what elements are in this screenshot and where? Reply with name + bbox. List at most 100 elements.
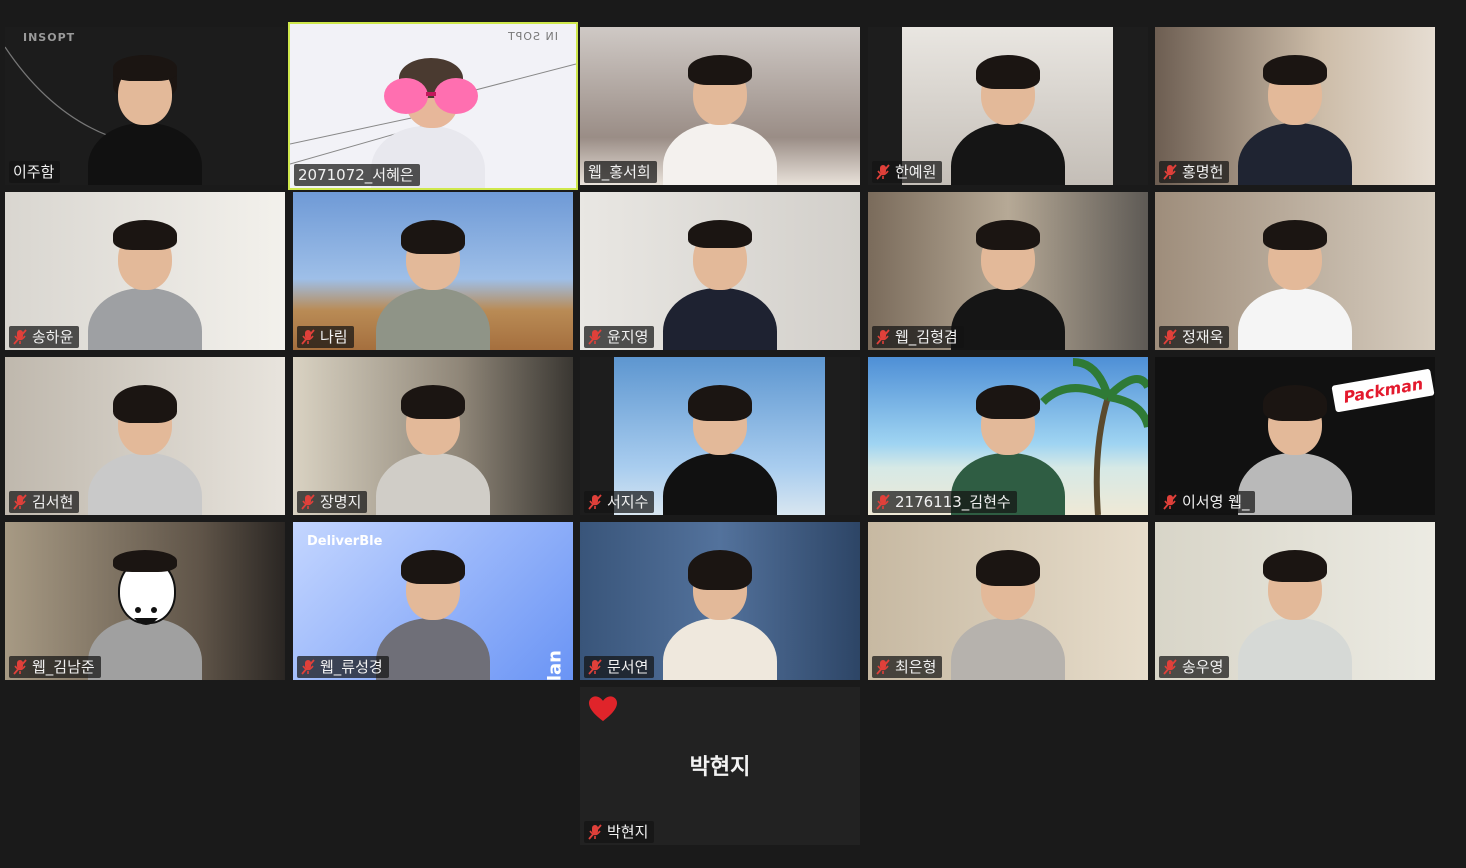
mic-muted-icon (13, 659, 27, 675)
name-tag: 문서연 (584, 656, 655, 678)
mic-muted-icon (876, 329, 890, 345)
name-tag: 나림 (297, 326, 354, 348)
mic-muted-icon (13, 329, 27, 345)
video-tile[interactable]: Packman 이서영 웹_ (1155, 357, 1435, 515)
video-tile[interactable]: 2176113_김현수 (868, 357, 1148, 515)
name-tag: 서지수 (584, 491, 655, 513)
video-tile[interactable]: 서지수 (580, 357, 860, 515)
mic-muted-icon (588, 659, 602, 675)
mic-muted-icon (1163, 164, 1177, 180)
name-tag: 웹_김형겸 (872, 326, 964, 348)
camera-off-display-name: 박현지 (689, 755, 751, 780)
participant-name: 웹_김남준 (32, 658, 95, 676)
video-tile[interactable]: 웹_김남준 (5, 522, 285, 680)
video-tile[interactable]: INSOPT 이주함 (5, 27, 285, 185)
video-tile[interactable]: 홍명헌 (1155, 27, 1435, 185)
mic-muted-icon (876, 164, 890, 180)
name-tag: 최은형 (872, 656, 943, 678)
video-tile-camera-off[interactable]: 박현지 박현지 (580, 687, 860, 845)
participant-name: 장명지 (320, 493, 362, 511)
video-gallery: INSOPT 이주함 IN SOPT 2071072_서혜은 웹_홍서희 한예원… (0, 0, 1466, 868)
video-tile[interactable]: DeliverBle Plan 웹_류성경 (293, 522, 573, 680)
mic-muted-icon (1163, 329, 1177, 345)
participant-name: 웹_김형겸 (895, 328, 958, 346)
participant-figure (655, 210, 785, 350)
name-tag: 2071072_서혜은 (294, 164, 420, 186)
name-tag: 홍명헌 (1159, 161, 1230, 183)
participant-figure (943, 45, 1073, 185)
name-tag: 송우영 (1159, 656, 1230, 678)
video-tile[interactable]: 문서연 (580, 522, 860, 680)
video-tile[interactable]: 장명지 (293, 357, 573, 515)
mic-muted-icon (876, 659, 890, 675)
participant-figure (80, 375, 210, 515)
participant-name: 이주함 (13, 163, 55, 181)
participant-name: 웹_류성경 (320, 658, 383, 676)
name-tag: 2176113_김현수 (872, 491, 1017, 513)
name-tag: 웹_김남준 (9, 656, 101, 678)
participant-name: 나림 (320, 328, 348, 346)
participant-name: 이서영 웹_ (1182, 493, 1250, 511)
name-tag: 장명지 (297, 491, 368, 513)
name-tag: 한예원 (872, 161, 943, 183)
mic-muted-icon (301, 494, 315, 510)
smiley-face-icon (134, 607, 158, 625)
participant-figure (80, 45, 210, 185)
participant-figure (655, 45, 785, 185)
video-tile[interactable]: 한예원 (868, 27, 1148, 185)
video-tile[interactable]: 웹_김형겸 (868, 192, 1148, 350)
participant-figure (943, 540, 1073, 680)
name-tag: 정재욱 (1159, 326, 1230, 348)
name-tag: 이주함 (9, 161, 61, 183)
participant-figure (368, 210, 498, 350)
video-tile-active-speaker[interactable]: IN SOPT 2071072_서혜은 (288, 22, 578, 190)
mic-muted-icon (1163, 494, 1177, 510)
video-tile[interactable]: 정재욱 (1155, 192, 1435, 350)
mic-muted-icon (876, 494, 890, 510)
participant-figure (655, 375, 785, 515)
participant-figure (80, 210, 210, 350)
video-tile[interactable]: 윤지영 (580, 192, 860, 350)
mic-muted-icon (13, 494, 27, 510)
participant-name: 웹_홍서희 (588, 163, 651, 181)
mic-muted-icon (301, 329, 315, 345)
name-tag: 이서영 웹_ (1159, 491, 1256, 513)
participant-figure (1230, 45, 1360, 185)
mic-muted-icon (301, 659, 315, 675)
participant-name: 2176113_김현수 (895, 493, 1011, 511)
participant-name: 최은형 (895, 658, 937, 676)
name-tag: 웹_홍서희 (584, 161, 657, 183)
participant-figure (368, 375, 498, 515)
participant-name: 박현지 (607, 823, 649, 841)
video-tile[interactable]: 나림 (293, 192, 573, 350)
participant-figure (655, 540, 785, 680)
participant-name: 정재욱 (1182, 328, 1224, 346)
participant-figure (1230, 210, 1360, 350)
participant-name: 송우영 (1182, 658, 1224, 676)
video-tile[interactable]: 김서현 (5, 357, 285, 515)
heart-glasses-icon (384, 78, 478, 114)
participant-name: 송하윤 (32, 328, 74, 346)
video-tile[interactable]: 송하윤 (5, 192, 285, 350)
participant-name: 서지수 (607, 493, 649, 511)
plan-label: Plan (544, 650, 565, 680)
name-tag: 웹_류성경 (297, 656, 389, 678)
name-tag: 박현지 (584, 821, 655, 843)
name-tag: 윤지영 (584, 326, 655, 348)
participant-name: 윤지영 (607, 328, 649, 346)
mic-muted-icon (588, 494, 602, 510)
mic-muted-icon (588, 329, 602, 345)
participant-name: 2071072_서혜은 (298, 166, 414, 184)
participant-name: 문서연 (607, 658, 649, 676)
participant-name: 홍명헌 (1182, 163, 1224, 181)
video-tile[interactable]: 웹_홍서희 (580, 27, 860, 185)
participant-figure (1230, 540, 1360, 680)
mic-muted-icon (588, 824, 602, 840)
video-tile[interactable]: 최은형 (868, 522, 1148, 680)
participant-name: 한예원 (895, 163, 937, 181)
name-tag: 김서현 (9, 491, 80, 513)
name-tag: 송하윤 (9, 326, 80, 348)
video-tile[interactable]: 송우영 (1155, 522, 1435, 680)
participant-name: 김서현 (32, 493, 74, 511)
mic-muted-icon (1163, 659, 1177, 675)
